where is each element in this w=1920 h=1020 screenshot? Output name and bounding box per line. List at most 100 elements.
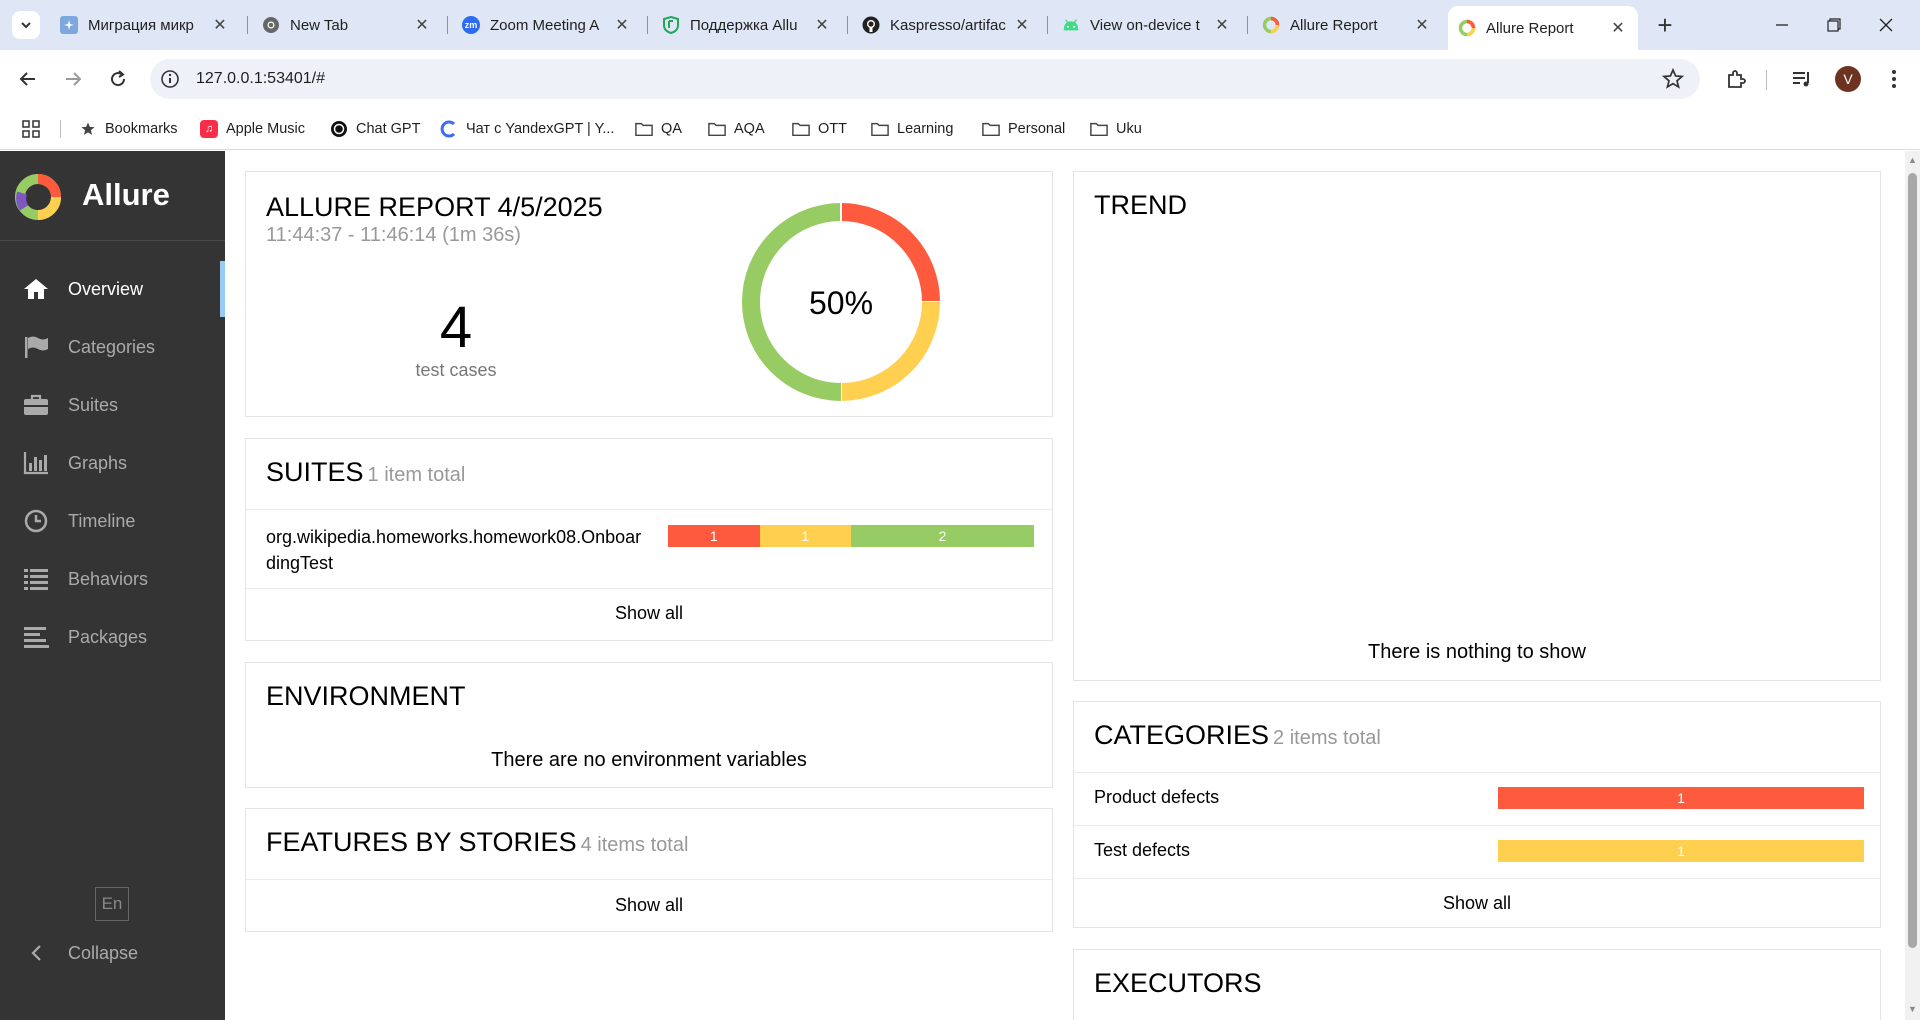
forward-button[interactable] [58,64,88,94]
zoom-icon: zm [462,16,480,34]
trend-widget: TREND There is nothing to show [1073,171,1881,681]
brand-name: Allure [82,177,170,212]
report-content: ALLURE REPORT 4/5/2025 11:44:37 - 11:46:… [225,151,1905,1020]
trend-empty-message: There is nothing to show [1368,641,1586,663]
environment-empty-message: There are no environment variables [491,749,807,771]
bookmark-item[interactable]: Bookmarks [79,116,178,142]
language-selector[interactable]: En [95,887,129,921]
back-button[interactable] [13,64,43,94]
toolbar-divider [1766,70,1767,90]
scroll-up-icon[interactable]: ▲ [1908,155,1917,165]
bookmark-label: Chat GPT [356,121,421,137]
bookmark-folder[interactable]: QA [635,116,682,142]
features-widget: FEATURES BY STORIES 4 items total Show al… [245,808,1053,932]
nav-item-graphs[interactable]: Graphs [0,435,225,491]
tab-close-icon[interactable]: ✕ [1608,18,1628,38]
browser-tab[interactable]: View on-device t ✕ [1052,8,1242,42]
bookmark-folder[interactable]: Learning [871,116,953,142]
browser-tab[interactable]: Kaspresso/artifac ✕ [852,8,1042,42]
browser-tab[interactable]: Allure Report ✕ [1252,8,1442,42]
scrollbar-thumb[interactable] [1908,173,1917,948]
category-row[interactable]: Test defects 1 [1074,826,1880,878]
nav-item-overview[interactable]: Overview [0,261,225,317]
tab-close-icon[interactable]: ✕ [210,15,230,35]
android-icon [1062,16,1080,34]
reload-icon [111,70,126,87]
environment-widget: ENVIRONMENT There are no environment var… [245,662,1053,788]
test-case-count: 4 [439,295,473,360]
star-icon [79,120,97,138]
bookmarks-bar: Bookmarks ♫ Apple Music Chat GPT Чат с Ya… [0,107,1920,150]
bookmark-folder[interactable]: OTT [792,116,847,142]
bookmark-item[interactable]: Chat GPT [330,116,420,142]
category-row[interactable]: Product defects 1 [1074,773,1880,825]
scroll-down-icon[interactable]: ▼ [1908,1004,1917,1014]
nav-item-behaviors[interactable]: Behaviors [0,551,225,607]
tab-close-icon[interactable]: ✕ [1012,15,1032,35]
shield-icon [662,16,680,34]
restore-button[interactable] [1814,10,1854,40]
apps-button[interactable] [22,116,48,142]
categories-heading: CATEGORIES 2 items total [1094,720,1381,751]
browser-tab[interactable]: New Tab ✕ [252,8,442,42]
media-controls-button[interactable] [1790,67,1814,91]
suites-show-all[interactable]: Show all [246,603,1052,624]
puzzle-icon [1728,70,1746,88]
minimize-button[interactable] [1762,10,1802,40]
bookmark-label: Personal [1008,121,1066,137]
nav-item-timeline[interactable]: Timeline [0,493,225,549]
new-tab-button[interactable]: + [1650,10,1680,40]
category-name: Product defects [1094,787,1220,807]
extensions-button[interactable] [1724,67,1748,91]
collapse-button[interactable]: Collapse [0,931,225,975]
bookmark-folder[interactable]: Personal [982,116,1065,142]
allure-icon [1458,19,1476,37]
tab-search-button[interactable] [12,11,40,39]
nav-item-packages[interactable]: Packages [0,609,225,665]
features-heading: FEATURES BY STORIES 4 items total [266,827,688,858]
tab-close-icon[interactable]: ✕ [1212,15,1232,35]
bookmark-item[interactable]: Чат с YandexGPT | Y... [440,116,614,142]
nav-item-categories[interactable]: Categories [0,319,225,375]
tab-close-icon[interactable]: ✕ [612,15,632,35]
bookmark-star-icon[interactable] [1662,68,1684,90]
browser-tab[interactable]: zm Zoom Meeting A ✕ [452,8,642,42]
browser-menu-button[interactable] [1882,67,1906,91]
bar-chart-icon [22,449,50,477]
folder-icon [708,120,726,138]
tab-close-icon[interactable]: ✕ [412,15,432,35]
info-icon[interactable] [160,69,180,89]
page-scrollbar[interactable]: ▲ ▼ [1905,151,1920,1020]
close-window-button[interactable] [1866,10,1906,40]
chevron-left-icon [22,944,50,962]
suite-row[interactable]: org.wikipedia.homeworks.homework08.Onboa… [246,510,1052,588]
bookmark-folder[interactable]: AQA [708,116,765,142]
url-text[interactable]: 127.0.0.1:53401/# [196,70,325,88]
features-show-all[interactable]: Show all [246,895,1052,916]
categories-show-all[interactable]: Show all [1074,893,1880,914]
reload-button[interactable] [103,64,133,94]
tab-title: Allure Report [1290,16,1378,34]
tab-separator [1047,16,1048,34]
tab-close-icon[interactable]: ✕ [1412,15,1432,35]
minimize-icon [1776,24,1788,26]
profile-avatar[interactable]: V [1835,66,1861,92]
browser-tab-active[interactable]: Allure Report ✕ [1448,6,1638,50]
browser-tab[interactable]: Миграция микр ✕ [50,8,240,42]
features-count: 4 items total [580,834,689,856]
tab-separator [447,16,448,34]
tab-strip: Миграция микр ✕ New Tab ✕ zm Zoom Meetin… [0,0,1920,50]
brand[interactable]: Allure [0,151,225,241]
tab-separator [1247,16,1248,34]
address-bar[interactable]: 127.0.0.1:53401/# [150,59,1700,99]
features-title: FEATURES BY STORIES [266,827,577,857]
browser-tab[interactable]: Поддержка Allu ✕ [652,8,842,42]
nav-item-suites[interactable]: Suites [0,377,225,433]
success-rate: 50% [808,285,874,321]
tab-close-icon[interactable]: ✕ [812,15,832,35]
tab-separator [247,16,248,34]
home-icon [22,275,50,303]
bookmark-folder[interactable]: Uku [1090,116,1142,142]
bookmark-item[interactable]: ♫ Apple Music [200,116,305,142]
apps-grid-icon [22,120,40,138]
